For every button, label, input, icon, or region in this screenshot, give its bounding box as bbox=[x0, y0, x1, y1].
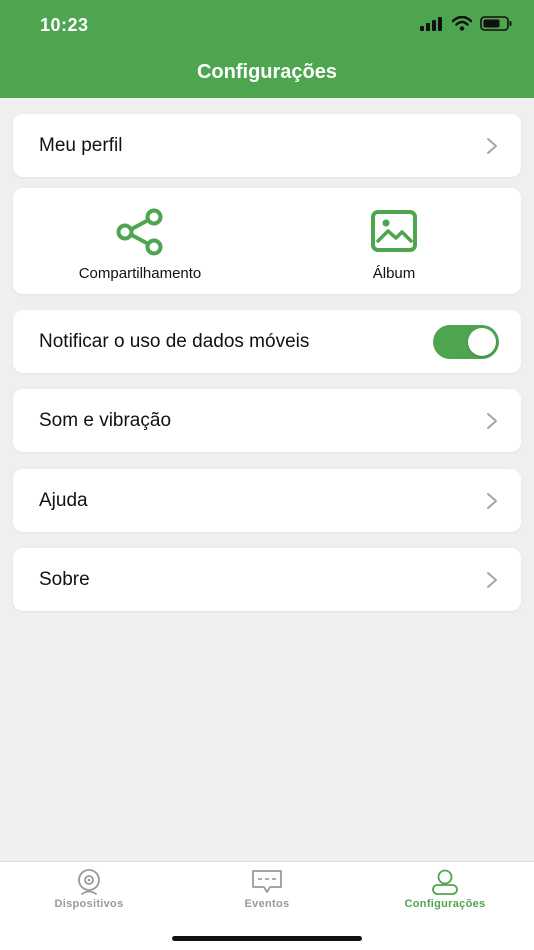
help-row[interactable]: Ajuda bbox=[13, 469, 521, 532]
album-icon bbox=[371, 210, 417, 252]
chevron-right-icon bbox=[487, 137, 497, 154]
sound-label: Som e vibração bbox=[39, 409, 172, 431]
chevron-right-icon bbox=[487, 571, 497, 588]
page-title: Configurações bbox=[196, 61, 338, 83]
profile-row[interactable]: Meu perfil bbox=[13, 114, 521, 177]
sound-card[interactable]: Som e vibração bbox=[13, 389, 521, 452]
help-label: Ajuda bbox=[39, 489, 88, 511]
profile-card[interactable]: Meu perfil bbox=[13, 114, 521, 177]
tab-events-label: Eventos bbox=[244, 898, 290, 910]
album-shortcut[interactable]: Álbum bbox=[267, 188, 521, 294]
tab-devices[interactable]: Dispositivos bbox=[0, 868, 178, 910]
tab-events[interactable]: Eventos bbox=[178, 868, 356, 910]
chevron-right-icon bbox=[487, 492, 497, 509]
home-indicator bbox=[172, 936, 362, 941]
share-shortcut[interactable]: Compartilhamento bbox=[13, 188, 267, 294]
user-icon bbox=[432, 869, 458, 895]
wifi-icon bbox=[452, 16, 472, 31]
mobile-data-row: Notificar o uso de dados móveis bbox=[13, 310, 521, 373]
battery-icon bbox=[480, 16, 512, 31]
tab-settings[interactable]: Configurações bbox=[356, 868, 534, 910]
about-row[interactable]: Sobre bbox=[13, 548, 521, 611]
profile-label: Meu perfil bbox=[39, 134, 123, 156]
share-label: Compartilhamento bbox=[78, 265, 202, 282]
mobile-data-toggle[interactable] bbox=[433, 324, 499, 359]
mobile-data-label: Notificar o uso de dados móveis bbox=[39, 330, 310, 352]
help-card[interactable]: Ajuda bbox=[13, 469, 521, 532]
album-label: Álbum bbox=[372, 265, 416, 282]
chevron-right-icon bbox=[487, 412, 497, 429]
tab-settings-label: Configurações bbox=[404, 898, 486, 910]
status-icons bbox=[420, 16, 512, 31]
toggle-knob bbox=[468, 327, 496, 356]
sound-row[interactable]: Som e vibração bbox=[13, 389, 521, 452]
tab-devices-label: Dispositivos bbox=[54, 898, 124, 910]
shortcuts-card: Compartilhamento Álbum bbox=[13, 188, 521, 294]
signal-icon bbox=[420, 16, 442, 31]
mobile-data-card: Notificar o uso de dados móveis bbox=[13, 310, 521, 373]
message-icon bbox=[252, 870, 282, 893]
status-time: 10:23 bbox=[40, 15, 89, 35]
about-card[interactable]: Sobre bbox=[13, 548, 521, 611]
about-label: Sobre bbox=[39, 568, 90, 590]
app-header: 10:23 Configurações bbox=[0, 0, 534, 98]
camera-icon bbox=[78, 869, 100, 895]
share-icon bbox=[116, 208, 163, 256]
